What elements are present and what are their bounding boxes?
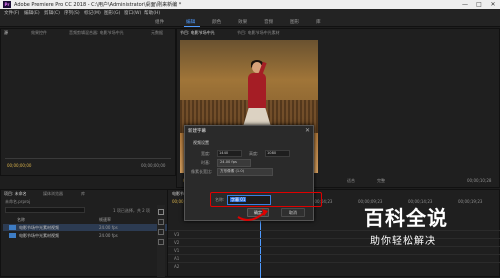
menu-graphics[interactable]: 图形(G) <box>104 10 120 16</box>
menu-window[interactable]: 窗口(W) <box>124 10 141 16</box>
height-label: 高度: <box>249 151 259 156</box>
tab-audio-clip-mixer[interactable]: 音频剪辑混合器: 电影节场中光 <box>69 30 124 36</box>
annotation-arrow-icon <box>237 209 268 221</box>
source-panel: 源 效果控件 音频剪辑混合器: 电影节场中光 元数据 00;00;00;00 0… <box>0 28 176 176</box>
dancer-body <box>248 73 266 109</box>
track-label: V2 <box>174 240 180 245</box>
height-field[interactable]: 1080 <box>265 150 290 157</box>
menu-bar: 文件(F) 编辑(E) 剪辑(C) 序列(S) 标记(M) 图形(G) 窗口(W… <box>0 9 500 17</box>
window-titlebar: Pr Adobe Premiere Pro CC 2018 - C:\用户\Ad… <box>0 0 500 9</box>
project-path: 未命名.prproj <box>5 199 31 204</box>
menu-edit[interactable]: 编辑(E) <box>24 10 40 16</box>
workspace-effects[interactable]: 效果 <box>238 19 247 25</box>
file-rate: 24.00 fps <box>99 225 118 230</box>
workspace-assembly[interactable]: 组件 <box>155 19 164 25</box>
project-file-row[interactable]: 电影节场中光素材视频 24.00 fps <box>3 232 181 239</box>
video-settings-heading: 视频设置 <box>193 140 209 145</box>
file-rate: 24.00 fps <box>99 233 118 238</box>
quality-select[interactable]: 完整 <box>377 178 385 184</box>
premiere-app-icon: Pr <box>3 1 11 8</box>
video-file-icon <box>9 225 16 230</box>
workspace-libraries[interactable]: 库 <box>316 19 321 25</box>
width-label: 宽度: <box>201 151 211 156</box>
source-duration: 00;00;00;00 <box>141 163 166 168</box>
project-item-count: 1 项已选择，共 2 项 <box>113 208 150 213</box>
workspace-graphics[interactable]: 图形 <box>290 19 299 25</box>
source-timecode: 00;00;00;00 <box>7 163 32 168</box>
pixel-aspect-select[interactable]: 方形像素 (1.0) <box>217 168 273 176</box>
project-search-input[interactable] <box>5 207 85 213</box>
track-label: V3 <box>174 232 180 237</box>
timebase-label: 时基: <box>201 160 211 165</box>
menu-file[interactable]: 文件(F) <box>4 10 19 16</box>
menu-marker[interactable]: 标记(M) <box>84 10 101 16</box>
workspace-bar: 组件 编辑 颜色 效果 音频 图形 库 <box>0 17 500 27</box>
pixel-aspect-label: 像素长宽比: <box>191 169 213 174</box>
dialog-title: 新建字幕 <box>188 129 206 134</box>
workspace-active-indicator <box>184 26 200 27</box>
watermark: 百科全说 助你轻松解决 <box>356 196 500 277</box>
timebase-select[interactable]: 24.00 fps <box>217 159 251 167</box>
video-file-icon <box>9 233 16 238</box>
close-icon[interactable]: ✕ <box>486 0 500 9</box>
tab-program-2[interactable]: 节目: 电影节场中光素材 <box>237 30 280 36</box>
track-label: V1 <box>174 248 180 253</box>
tab-project[interactable]: 项目: 未命名 <box>4 191 27 197</box>
cancel-button[interactable]: 取消 <box>281 208 305 217</box>
ripple-edit-tool-icon[interactable] <box>158 229 164 235</box>
close-icon[interactable]: ✕ <box>305 127 310 134</box>
menu-help[interactable]: 帮助(H) <box>144 10 160 16</box>
workspace-color[interactable]: 颜色 <box>212 19 221 25</box>
menu-sequence[interactable]: 序列(S) <box>64 10 80 16</box>
track-select-tool-icon[interactable] <box>158 219 164 225</box>
tab-libraries[interactable]: 库 <box>81 191 85 197</box>
track-label: A1 <box>174 256 180 261</box>
width-field[interactable]: 1440 <box>217 150 242 157</box>
tab-metadata[interactable]: 元数据 <box>151 30 163 36</box>
column-name-header[interactable]: 名称 <box>17 217 25 223</box>
project-panel: 项目: 未命名 媒体浏览器 库 未命名.prproj 1 项已选择，共 2 项 … <box>0 189 181 277</box>
tab-media-browser[interactable]: 媒体浏览器 <box>43 191 63 197</box>
watermark-title: 百科全说 <box>364 206 448 230</box>
program-duration: 00;00;10;28 <box>467 178 492 183</box>
tab-program[interactable]: 节目: 电影节场中光 <box>180 30 215 36</box>
source-scrub-bar[interactable] <box>5 158 171 159</box>
tools-panel <box>157 205 165 277</box>
tab-effect-controls[interactable]: 效果控件 <box>31 30 47 36</box>
selection-tool-icon[interactable] <box>158 209 164 215</box>
tab-source[interactable]: 源 <box>4 30 8 36</box>
maximize-icon[interactable]: □ <box>472 0 486 9</box>
workspace-audio[interactable]: 音频 <box>264 19 273 25</box>
track-label: A2 <box>174 264 180 269</box>
file-name: 电影节场中光素材视频 <box>19 233 59 238</box>
window-title: Adobe Premiere Pro CC 2018 - C:\用户\Admin… <box>14 2 182 8</box>
workspace-editing[interactable]: 编辑 <box>186 19 195 25</box>
project-file-row[interactable]: 电影节场中光素材视频 24.00 fps <box>3 224 181 231</box>
fit-select[interactable]: 适合 <box>347 178 355 184</box>
column-rate-header[interactable]: 帧速率 <box>99 217 111 223</box>
watermark-subtitle: 助你轻松解决 <box>370 236 436 247</box>
file-name: 电影节场中光素材视频 <box>19 225 59 230</box>
minimize-icon[interactable]: — <box>458 0 472 9</box>
razor-tool-icon[interactable] <box>158 239 164 245</box>
menu-clip[interactable]: 剪辑(C) <box>44 10 60 16</box>
